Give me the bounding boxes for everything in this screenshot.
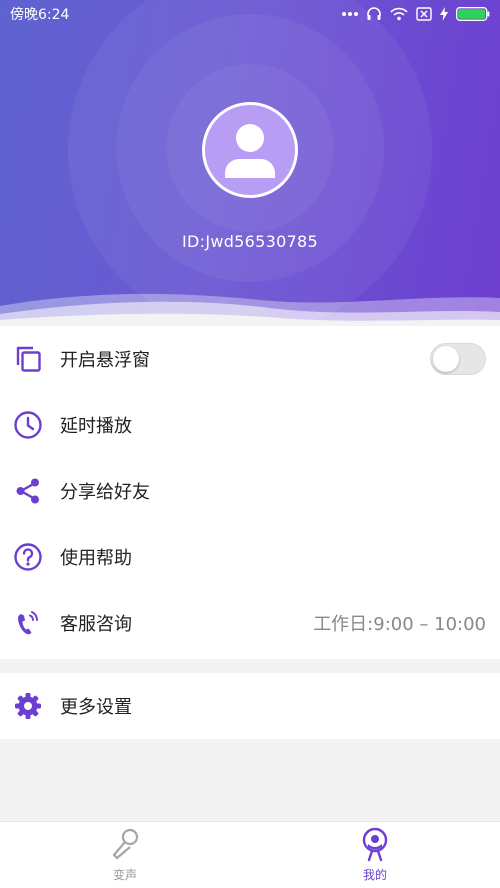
more-dots-icon (342, 12, 358, 16)
user-avatar-icon (225, 124, 275, 178)
menu-label-delay-play: 延时播放 (60, 416, 132, 437)
battery-icon (456, 7, 490, 21)
menu-item-share[interactable]: 分享给好友 (0, 458, 500, 524)
microphone-icon (112, 828, 139, 860)
work-hours-text: 工作日:9:00 – 10:00 (313, 614, 486, 635)
menu-label-customer-service: 客服咨询 (60, 614, 132, 635)
wave-decoration (0, 293, 500, 326)
menu-label-more-settings: 更多设置 (60, 697, 132, 718)
settings-menu: 开启悬浮窗 延时播放 分享给好友 使用帮助 客服咨询 工作日:9:00 – 10… (0, 326, 500, 659)
user-id: ID:Jwd56530785 (181, 232, 319, 251)
profile-header: 傍晚6:24 ID:Jwd56530785 (0, 0, 500, 326)
settings-menu-secondary: 更多设置 (0, 673, 500, 739)
charging-icon (440, 7, 448, 21)
nav-label-mine: 我的 (362, 868, 387, 882)
menu-item-more-settings[interactable]: 更多设置 (0, 673, 500, 739)
avatar[interactable] (202, 102, 298, 198)
menu-label-share: 分享给好友 (60, 482, 150, 503)
webcam-profile-icon (362, 827, 388, 862)
nav-tab-voice-changer[interactable]: 变声 (0, 822, 250, 888)
share-icon (12, 475, 44, 507)
help-icon (12, 541, 44, 573)
gear-icon (12, 690, 44, 722)
copy-window-icon (12, 343, 44, 375)
phone-call-icon (12, 607, 44, 639)
menu-item-floating-window[interactable]: 开启悬浮窗 (0, 326, 500, 392)
headset-icon (367, 7, 381, 20)
menu-item-customer-service[interactable]: 客服咨询 工作日:9:00 – 10:00 (0, 590, 500, 656)
wifi-icon (390, 7, 408, 21)
menu-item-help[interactable]: 使用帮助 (0, 524, 500, 590)
floating-window-toggle[interactable] (430, 343, 486, 375)
nav-tab-mine[interactable]: 我的 (250, 822, 500, 888)
bottom-nav: 变声 我的 (0, 821, 500, 888)
menu-label-floating-window: 开启悬浮窗 (60, 350, 150, 371)
clock-icon (12, 409, 44, 441)
sim-closed-icon (416, 7, 432, 21)
status-bar: 傍晚6:24 (0, 0, 500, 28)
status-time: 傍晚6:24 (10, 7, 70, 23)
nav-label-voice-changer: 变声 (112, 868, 137, 882)
toggle-knob (433, 346, 459, 372)
menu-label-help: 使用帮助 (60, 548, 132, 569)
menu-item-delay-play[interactable]: 延时播放 (0, 392, 500, 458)
